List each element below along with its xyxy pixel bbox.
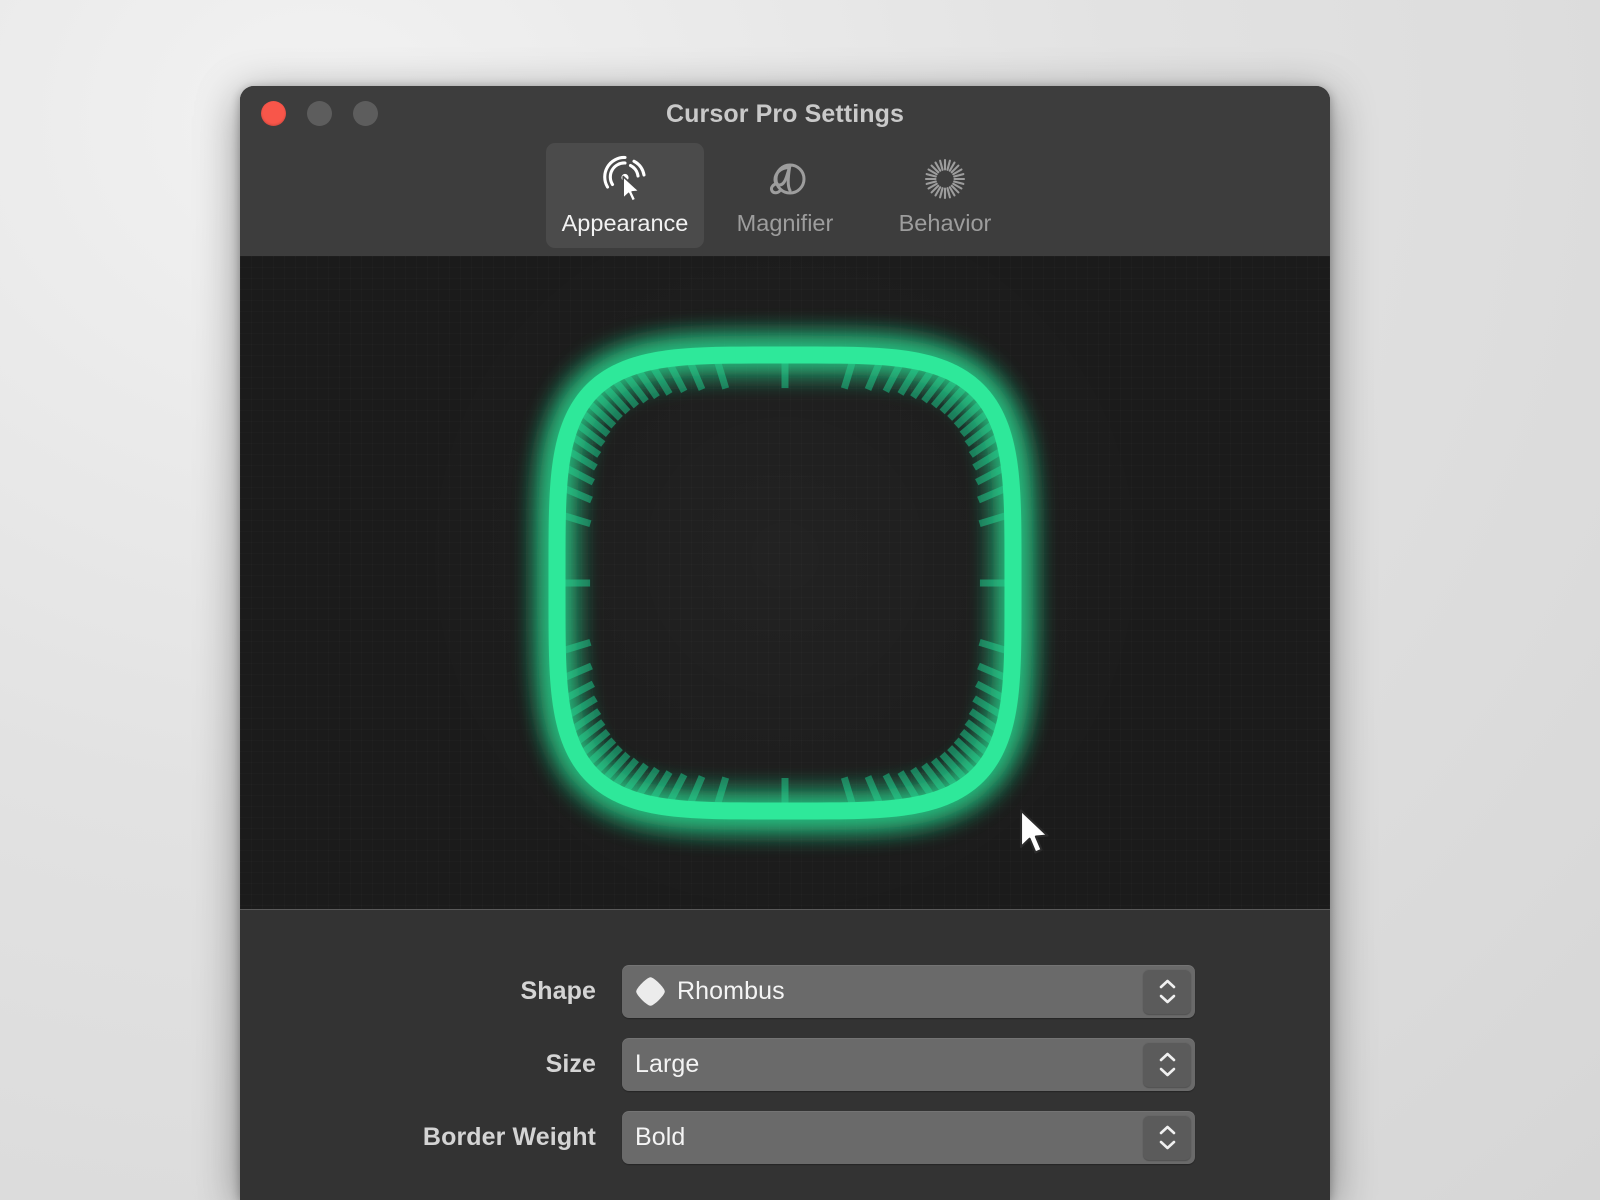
rhombus-cursor-shape	[527, 324, 1043, 841]
border-weight-select[interactable]: Bold	[622, 1111, 1195, 1164]
form-row-size: Size Large	[240, 1038, 1330, 1091]
border-weight-stepper[interactable]	[1143, 1115, 1191, 1160]
shape-label: Shape	[520, 977, 596, 1005]
border-weight-value: Bold	[635, 1123, 686, 1151]
shape-stepper[interactable]	[1143, 969, 1191, 1014]
tab-magnifier[interactable]: Magnifier	[706, 143, 864, 248]
tab-behavior[interactable]: Behavior	[866, 143, 1024, 248]
cursor-preview-area	[240, 256, 1330, 910]
tab-appearance[interactable]: Appearance	[546, 143, 704, 248]
shape-select[interactable]: Rhombus	[622, 965, 1195, 1018]
cursor-click-icon	[599, 152, 651, 208]
size-label: Size	[545, 1050, 596, 1078]
form-row-shape: Shape Rhombus	[240, 965, 1330, 1018]
settings-window: Cursor Pro Settings Appearance Magnifier…	[240, 86, 1330, 1200]
form-row-border-weight: Border Weight Bold	[240, 1111, 1330, 1164]
preview-shape-stage	[240, 256, 1330, 909]
tab-appearance-label: Appearance	[561, 210, 689, 236]
settings-form: Shape Rhombus Size Large Border Weight B…	[240, 910, 1330, 1200]
shape-value: Rhombus	[677, 977, 785, 1005]
toolbar-tabs: Appearance Magnifier Behavior	[240, 143, 1330, 248]
accessibility-a-icon	[759, 152, 811, 208]
window-title: Cursor Pro Settings	[665, 100, 905, 128]
size-stepper[interactable]	[1143, 1042, 1191, 1087]
title-bar: Cursor Pro Settings Appearance Magnifier…	[240, 86, 1330, 256]
border-weight-label: Border Weight	[422, 1123, 596, 1151]
size-select[interactable]: Large	[622, 1038, 1195, 1091]
tab-behavior-label: Behavior	[898, 210, 992, 236]
size-value: Large	[635, 1050, 700, 1078]
rhombus-swatch-icon	[635, 976, 666, 1007]
radial-burst-icon	[919, 152, 971, 208]
tab-magnifier-label: Magnifier	[736, 210, 834, 236]
